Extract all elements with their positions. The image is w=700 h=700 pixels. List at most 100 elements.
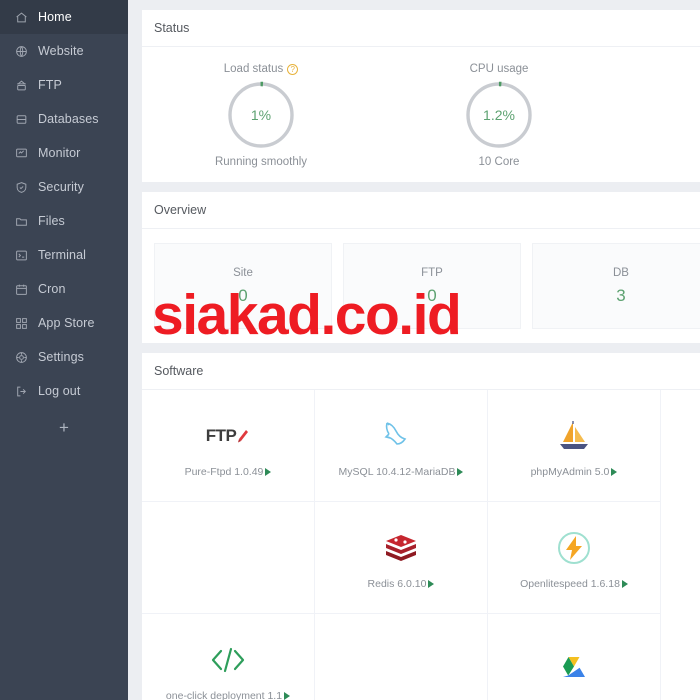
sidebar-item-label: Home <box>38 9 72 24</box>
gauge-cpu-usage: CPU usage 1.2% 10 Core <box>380 63 618 168</box>
software-item-mysql[interactable]: MySQL 10.4.12-MariaDB <box>315 390 488 502</box>
software-item-google-drive[interactable] <box>488 614 661 700</box>
overview-card-label: DB <box>613 266 629 279</box>
globe-icon <box>14 44 29 59</box>
database-icon <box>14 112 29 127</box>
sidebar-item-website[interactable]: Website <box>0 34 128 68</box>
software-item-name: MySQL 10.4.12-MariaDB <box>339 466 464 478</box>
terminal-icon <box>14 248 29 263</box>
running-indicator-icon <box>265 467 272 476</box>
software-panel-title: Software <box>142 353 700 390</box>
sidebar-item-label: Databases <box>38 111 99 126</box>
grid-icon <box>14 316 29 331</box>
overview-card-value: 0 <box>427 285 437 305</box>
overview-card-label: Site <box>233 266 253 279</box>
software-item-pure-ftpd[interactable]: FTP Pure-Ftpd 1.0.49 <box>142 390 315 502</box>
software-item-empty <box>315 614 488 700</box>
sidebar-item-label: FTP <box>38 77 62 92</box>
gauge-subtext: Running smoothly <box>214 156 308 168</box>
google-drive-icon <box>557 648 591 692</box>
logout-icon <box>14 384 29 399</box>
help-icon[interactable]: ? <box>287 63 299 75</box>
sidebar-item-log-out[interactable]: Log out <box>0 374 128 408</box>
sidebar-item-terminal[interactable]: Terminal <box>0 238 128 272</box>
gauge-title: CPU usage <box>470 63 529 75</box>
sidebar-item-home[interactable]: Home <box>0 0 128 34</box>
folder-icon <box>14 214 29 229</box>
ftp-logo-icon: FTP <box>206 414 251 458</box>
software-item-openlitespeed[interactable]: Openlitespeed 1.6.18 <box>488 502 661 614</box>
gauge-title-label: CPU usage <box>469 63 529 75</box>
overview-panel-title: Overview <box>142 192 700 229</box>
ftp-icon <box>14 78 29 93</box>
overview-card-site[interactable]: Site 0 <box>154 243 332 329</box>
sidebar-item-cron[interactable]: Cron <box>0 272 128 306</box>
gauge-ring: 1.2% <box>463 79 535 151</box>
code-brackets-icon <box>208 638 248 682</box>
gauge-ring: 1% <box>225 79 297 151</box>
sidebar-item-label: App Store <box>38 315 95 330</box>
calendar-icon <box>14 282 29 297</box>
status-gauges: Load status ? 1% Running smoothly CPU us… <box>142 47 700 182</box>
overview-card-value: 3 <box>616 285 626 305</box>
gear-icon <box>14 350 29 365</box>
sidebar-item-label: Settings <box>38 349 84 364</box>
software-item-name: phpMyAdmin 5.0 <box>531 466 618 478</box>
overview-card-label: FTP <box>421 266 443 279</box>
redis-cube-icon <box>382 526 420 570</box>
sidebar-item-label: Terminal <box>38 247 87 262</box>
admin-panel-window: Home Website FTP Databases Monitor Secur… <box>0 0 700 700</box>
overview-card-value: 0 <box>238 285 248 305</box>
sidebar-item-security[interactable]: Security <box>0 170 128 204</box>
gauge-value: 1% <box>250 107 272 123</box>
sidebar-item-app-store[interactable]: App Store <box>0 306 128 340</box>
phpmyadmin-sailboat-icon <box>557 414 591 458</box>
sidebar-item-databases[interactable]: Databases <box>0 102 128 136</box>
running-indicator-icon <box>457 467 464 476</box>
openlitespeed-bolt-icon <box>556 526 592 570</box>
home-icon <box>14 10 29 25</box>
software-item-redis[interactable]: Redis 6.0.10 <box>315 502 488 614</box>
shield-icon <box>14 180 29 195</box>
overview-card-ftp[interactable]: FTP 0 <box>343 243 521 329</box>
sidebar-item-label: Website <box>38 43 84 58</box>
overview-card-db[interactable]: DB 3 <box>532 243 700 329</box>
software-item-phpmyadmin[interactable]: phpMyAdmin 5.0 <box>488 390 661 502</box>
overview-cards: Site 0 FTP 0 DB 3 <box>142 229 700 343</box>
main-content: Status Load status ? 1% Running smoothly… <box>128 0 700 700</box>
software-item-name: Openlitespeed 1.6.18 <box>520 578 628 590</box>
software-grid: FTP Pure-Ftpd 1.0.49 MySQL 10.4.12-Maria… <box>142 390 700 700</box>
software-item-empty <box>142 502 315 614</box>
software-item-name: Pure-Ftpd 1.0.49 <box>185 466 272 478</box>
sidebar-item-label: Files <box>38 213 65 228</box>
software-item-name: Redis 6.0.10 <box>368 578 435 590</box>
running-indicator-icon <box>611 467 618 476</box>
running-indicator-icon <box>284 691 291 700</box>
running-indicator-icon <box>428 579 435 588</box>
sidebar-item-files[interactable]: Files <box>0 204 128 238</box>
sidebar-item-label: Log out <box>38 383 81 398</box>
sidebar-item-ftp[interactable]: FTP <box>0 68 128 102</box>
mariadb-dolphin-icon <box>381 414 421 458</box>
gauge-load-status: Load status ? 1% Running smoothly <box>142 63 380 168</box>
gauge-title: Load status ? <box>223 63 299 75</box>
gauge-ram: RAM 21335 <box>618 63 700 168</box>
status-panel: Status Load status ? 1% Running smoothly… <box>142 10 700 182</box>
sidebar-item-label: Security <box>38 179 84 194</box>
sidebar-item-label: Monitor <box>38 145 81 160</box>
monitor-icon <box>14 146 29 161</box>
sidebar-item-label: Cron <box>38 281 66 296</box>
status-panel-title: Status <box>142 10 700 47</box>
gauge-value: 1.2% <box>483 107 515 123</box>
sidebar-item-settings[interactable]: Settings <box>0 340 128 374</box>
overview-panel: Overview Site 0 FTP 0 DB 3 <box>142 192 700 343</box>
software-panel: Software FTP Pure-Ftpd 1.0.49 MySQL 10.4… <box>142 353 700 700</box>
software-item-name: one-click deployment 1.1 <box>166 690 291 700</box>
add-server-button[interactable]: + <box>0 408 128 448</box>
running-indicator-icon <box>621 579 628 588</box>
software-item-one-click-deployment[interactable]: one-click deployment 1.1 <box>142 614 315 700</box>
sidebar-item-monitor[interactable]: Monitor <box>0 136 128 170</box>
sidebar: Home Website FTP Databases Monitor Secur… <box>0 0 128 700</box>
gauge-subtext: 10 Core <box>478 156 520 168</box>
gauge-title-label: Load status <box>223 63 284 75</box>
